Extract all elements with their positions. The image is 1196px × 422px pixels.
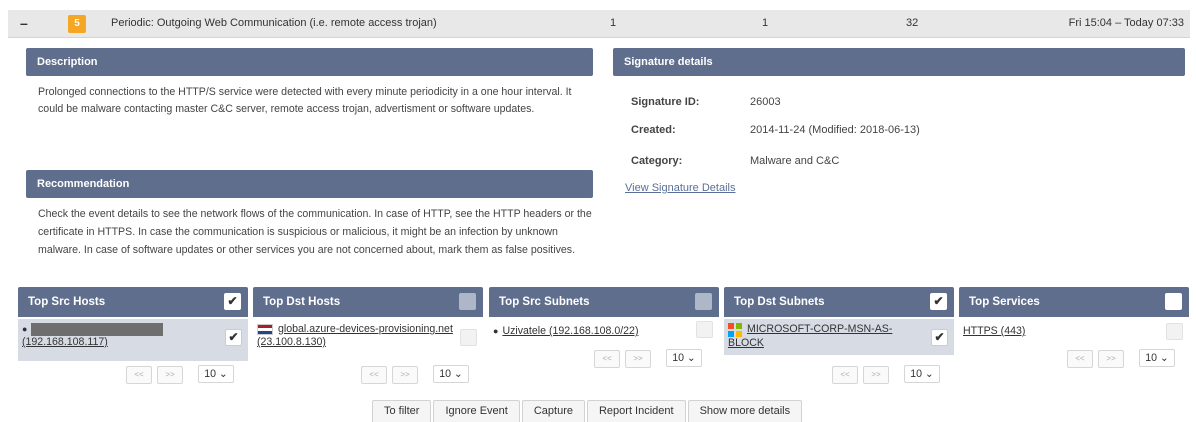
signature-created-value: 2014-11-24 (Modified: 2018-06-13) bbox=[750, 124, 920, 136]
description-header: Description bbox=[26, 48, 593, 76]
service-row-checkbox[interactable] bbox=[1166, 323, 1183, 340]
src-subnet-row-checkbox[interactable] bbox=[696, 321, 713, 338]
per-page-select[interactable]: 10 ⌄ bbox=[904, 365, 940, 383]
services-pager: << >> 10 ⌄ bbox=[1067, 349, 1175, 368]
prev-page-button[interactable]: << bbox=[832, 366, 858, 384]
netherlands-flag-icon bbox=[257, 323, 273, 335]
dst-host-row-checkbox[interactable] bbox=[460, 329, 477, 346]
top-src-hosts-select-all-checkbox[interactable]: ✔ bbox=[224, 293, 241, 310]
table-row[interactable]: MICROSOFT-CORP-MSN-AS-BLOCK ✔ bbox=[724, 319, 954, 355]
top-services-panel: Top Services HTTPS (443) << >> 10 ⌄ bbox=[959, 287, 1189, 368]
microsoft-logo-icon bbox=[728, 323, 742, 337]
src-subnets-pager: << >> 10 ⌄ bbox=[594, 349, 702, 368]
table-row[interactable]: global.azure-devices-provisioning.net (2… bbox=[253, 319, 483, 361]
prev-page-button[interactable]: << bbox=[126, 366, 152, 384]
top-src-subnets-header: Top Src Subnets bbox=[489, 287, 719, 317]
top-src-subnets-panel: Top Src Subnets ● Uzivatele (192.168.108.… bbox=[489, 287, 719, 368]
event-count-1: 1 bbox=[610, 17, 617, 29]
top-dst-hosts-header: Top Dst Hosts bbox=[253, 287, 483, 317]
top-services-header: Top Services bbox=[959, 287, 1189, 317]
signature-created-label: Created: bbox=[631, 124, 676, 136]
show-more-details-button[interactable]: Show more details bbox=[687, 400, 803, 422]
prev-page-button[interactable]: << bbox=[361, 366, 387, 384]
top-src-subnets-title: Top Src Subnets bbox=[499, 296, 590, 308]
dst-subnets-pager: << >> 10 ⌄ bbox=[832, 365, 940, 384]
report-incident-button[interactable]: Report Incident bbox=[586, 400, 686, 422]
next-page-button[interactable]: >> bbox=[1098, 350, 1124, 368]
recommendation-text: Check the event details to see the netwo… bbox=[38, 208, 592, 256]
signature-category-value: Malware and C&C bbox=[750, 155, 840, 167]
per-page-select[interactable]: 10 ⌄ bbox=[666, 349, 702, 367]
src-host-link[interactable]: (192.168.108.117) bbox=[22, 336, 108, 348]
signature-category-label: Category: bbox=[631, 155, 683, 167]
table-row[interactable]: ● (192.168.108.117) ✔ bbox=[18, 319, 248, 361]
dst-hosts-pager: << >> 10 ⌄ bbox=[361, 365, 469, 384]
src-host-row-checkbox[interactable]: ✔ bbox=[225, 329, 242, 346]
severity-badge: 5 bbox=[68, 15, 86, 33]
to-filter-button[interactable]: To filter bbox=[372, 400, 432, 422]
dst-subnet-link[interactable]: MICROSOFT-CORP-MSN-AS-BLOCK bbox=[728, 323, 892, 349]
per-page-select[interactable]: 10 ⌄ bbox=[198, 365, 234, 383]
service-link[interactable]: HTTPS (443) bbox=[963, 325, 1025, 337]
next-page-button[interactable]: >> bbox=[863, 366, 889, 384]
event-actions: To filter Ignore Event Capture Report Incid… bbox=[372, 400, 804, 422]
top-dst-subnets-header: Top Dst Subnets ✔ bbox=[724, 287, 954, 317]
collapse-toggle-icon[interactable]: – bbox=[20, 15, 28, 31]
event-count-2: 1 bbox=[762, 17, 769, 29]
top-src-hosts-panel: Top Src Hosts ✔ ● (192.168.108.117) ✔ <<… bbox=[18, 287, 248, 384]
capture-button[interactable]: Capture bbox=[521, 400, 585, 422]
top-services-select-all-checkbox[interactable] bbox=[1165, 293, 1182, 310]
src-subnet-link[interactable]: Uzivatele (192.168.108.0/22) bbox=[502, 325, 638, 337]
table-row[interactable]: HTTPS (443) bbox=[959, 319, 1189, 345]
top-dst-subnets-title: Top Dst Subnets bbox=[734, 296, 825, 308]
user-icon: ● bbox=[22, 324, 28, 334]
dst-host-link[interactable]: global.azure-devices-provisioning.net (2… bbox=[257, 323, 453, 348]
event-count-3: 32 bbox=[906, 17, 919, 29]
ignore-event-button[interactable]: Ignore Event bbox=[433, 400, 520, 422]
dst-subnet-row-checkbox[interactable]: ✔ bbox=[931, 329, 948, 346]
per-page-select[interactable]: 10 ⌄ bbox=[1139, 349, 1175, 367]
top-src-subnets-select-all-checkbox[interactable] bbox=[695, 293, 712, 310]
redacted-hostname bbox=[31, 323, 164, 336]
top-services-title: Top Services bbox=[969, 296, 1040, 308]
top-dst-subnets-select-all-checkbox[interactable]: ✔ bbox=[930, 293, 947, 310]
view-signature-details-link[interactable]: View Signature Details bbox=[625, 182, 735, 194]
event-title: Periodic: Outgoing Web Communication (i.… bbox=[111, 17, 437, 29]
description-text: Prolonged connections to the HTTP/S serv… bbox=[38, 86, 572, 115]
user-icon: ● bbox=[493, 326, 499, 336]
prev-page-button[interactable]: << bbox=[594, 350, 620, 368]
top-dst-subnets-panel: Top Dst Subnets ✔ MICROSOFT-CORP-MSN-AS-… bbox=[724, 287, 954, 384]
top-dst-hosts-select-all-checkbox[interactable] bbox=[459, 293, 476, 310]
top-dst-hosts-panel: Top Dst Hosts global.azure-devices-provi… bbox=[253, 287, 483, 384]
top-dst-hosts-title: Top Dst Hosts bbox=[263, 296, 341, 308]
next-page-button[interactable]: >> bbox=[392, 366, 418, 384]
event-time-range: Fri 15:04 – Today 07:33 bbox=[1068, 17, 1184, 29]
top-src-hosts-title: Top Src Hosts bbox=[28, 296, 106, 308]
next-page-button[interactable]: >> bbox=[625, 350, 651, 368]
prev-page-button[interactable]: << bbox=[1067, 350, 1093, 368]
next-page-button[interactable]: >> bbox=[157, 366, 183, 384]
signature-id-value: 26003 bbox=[750, 96, 781, 108]
recommendation-header: Recommendation bbox=[26, 170, 593, 198]
src-hosts-pager: << >> 10 ⌄ bbox=[126, 365, 234, 384]
per-page-select[interactable]: 10 ⌄ bbox=[433, 365, 469, 383]
top-src-hosts-header: Top Src Hosts ✔ bbox=[18, 287, 248, 317]
signature-details-header: Signature details bbox=[613, 48, 1185, 76]
event-row[interactable]: – 5 Periodic: Outgoing Web Communication… bbox=[8, 10, 1190, 38]
signature-id-label: Signature ID: bbox=[631, 96, 700, 108]
